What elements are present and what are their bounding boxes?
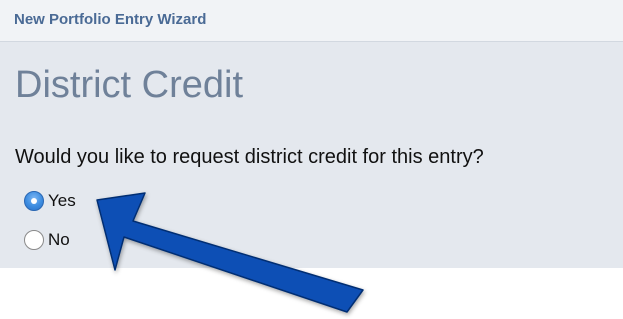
yes-radio-label[interactable]: Yes	[48, 191, 76, 211]
no-radio-button[interactable]	[24, 230, 44, 250]
district-credit-question: Would you like to request district credi…	[15, 146, 484, 168]
radio-option-no[interactable]: No	[24, 230, 70, 250]
wizard-header: New Portfolio Entry Wizard	[0, 0, 623, 42]
wizard-page: New Portfolio Entry Wizard District Cred…	[0, 0, 623, 319]
wizard-body: District Credit Would you like to reques…	[0, 42, 623, 268]
wizard-title: New Portfolio Entry Wizard	[14, 11, 207, 28]
radio-option-yes[interactable]: Yes	[24, 191, 76, 211]
section-heading: District Credit	[15, 64, 244, 106]
no-radio-label[interactable]: No	[48, 230, 70, 250]
yes-radio-button[interactable]	[24, 191, 44, 211]
